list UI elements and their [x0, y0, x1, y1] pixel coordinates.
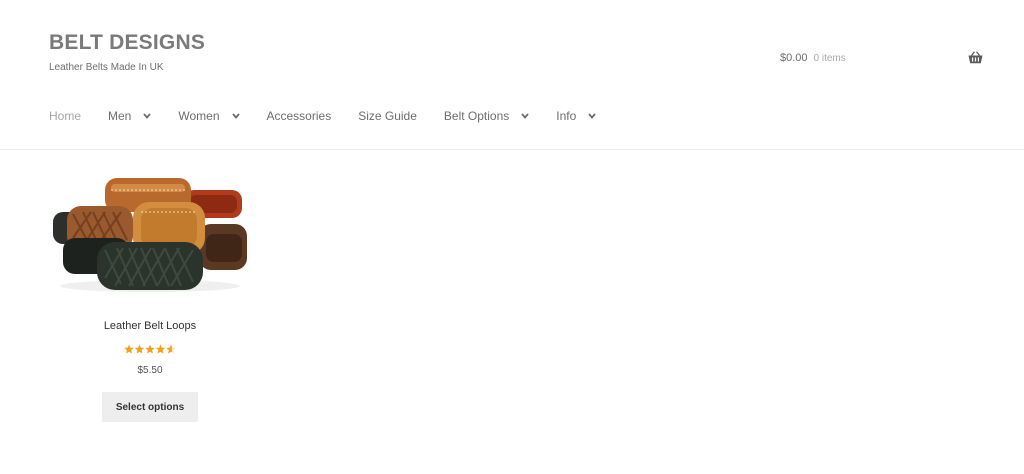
nav-item-label: Men — [108, 109, 132, 123]
nav-item-info[interactable]: Info — [556, 109, 596, 123]
nav-item-home[interactable]: Home — [49, 109, 81, 123]
product-price: $5.50 — [137, 365, 163, 376]
nav-item-label: Accessories — [266, 109, 332, 123]
nav-item-accessories[interactable]: Accessories — [267, 109, 332, 123]
product-image[interactable] — [49, 168, 251, 298]
nav-item-belt-options[interactable]: Belt Options — [444, 109, 529, 123]
product-title[interactable]: Leather Belt Loops — [49, 320, 251, 332]
nav-item-women[interactable]: Women — [178, 109, 240, 123]
basket-icon[interactable] — [968, 51, 983, 64]
nav-item-label: Belt Options — [443, 109, 510, 123]
site-tagline: Leather Belts Made In UK — [49, 62, 164, 73]
site-header: BELT DESIGNS Leather Belts Made In UK $0… — [0, 0, 1024, 150]
chevron-down-icon[interactable] — [521, 113, 529, 119]
cart-item-count[interactable]: 0 items — [814, 53, 846, 64]
nav-item-label: Info — [556, 109, 577, 123]
chevron-down-icon[interactable] — [143, 113, 152, 119]
nav-item-men[interactable]: Men — [108, 109, 152, 123]
cart-summary[interactable]: $0.00 0 items — [780, 52, 846, 64]
star-fill-group — [124, 344, 172, 354]
chevron-down-icon[interactable] — [588, 113, 596, 119]
chevron-down-icon[interactable] — [231, 113, 240, 119]
site-title[interactable]: BELT DESIGNS — [49, 31, 205, 55]
nav-item-size-guide[interactable]: Size Guide — [358, 109, 417, 123]
select-options-button[interactable]: Select options — [102, 392, 198, 422]
primary-navigation: Home Men Women Accessories Size Guide Be… — [49, 109, 623, 123]
nav-item-label: Size Guide — [358, 109, 417, 123]
nav-item-label: Home — [49, 109, 82, 123]
cart-amount[interactable]: $0.00 — [780, 52, 808, 64]
star-rating — [124, 344, 176, 354]
nav-item-label: Women — [178, 109, 220, 123]
